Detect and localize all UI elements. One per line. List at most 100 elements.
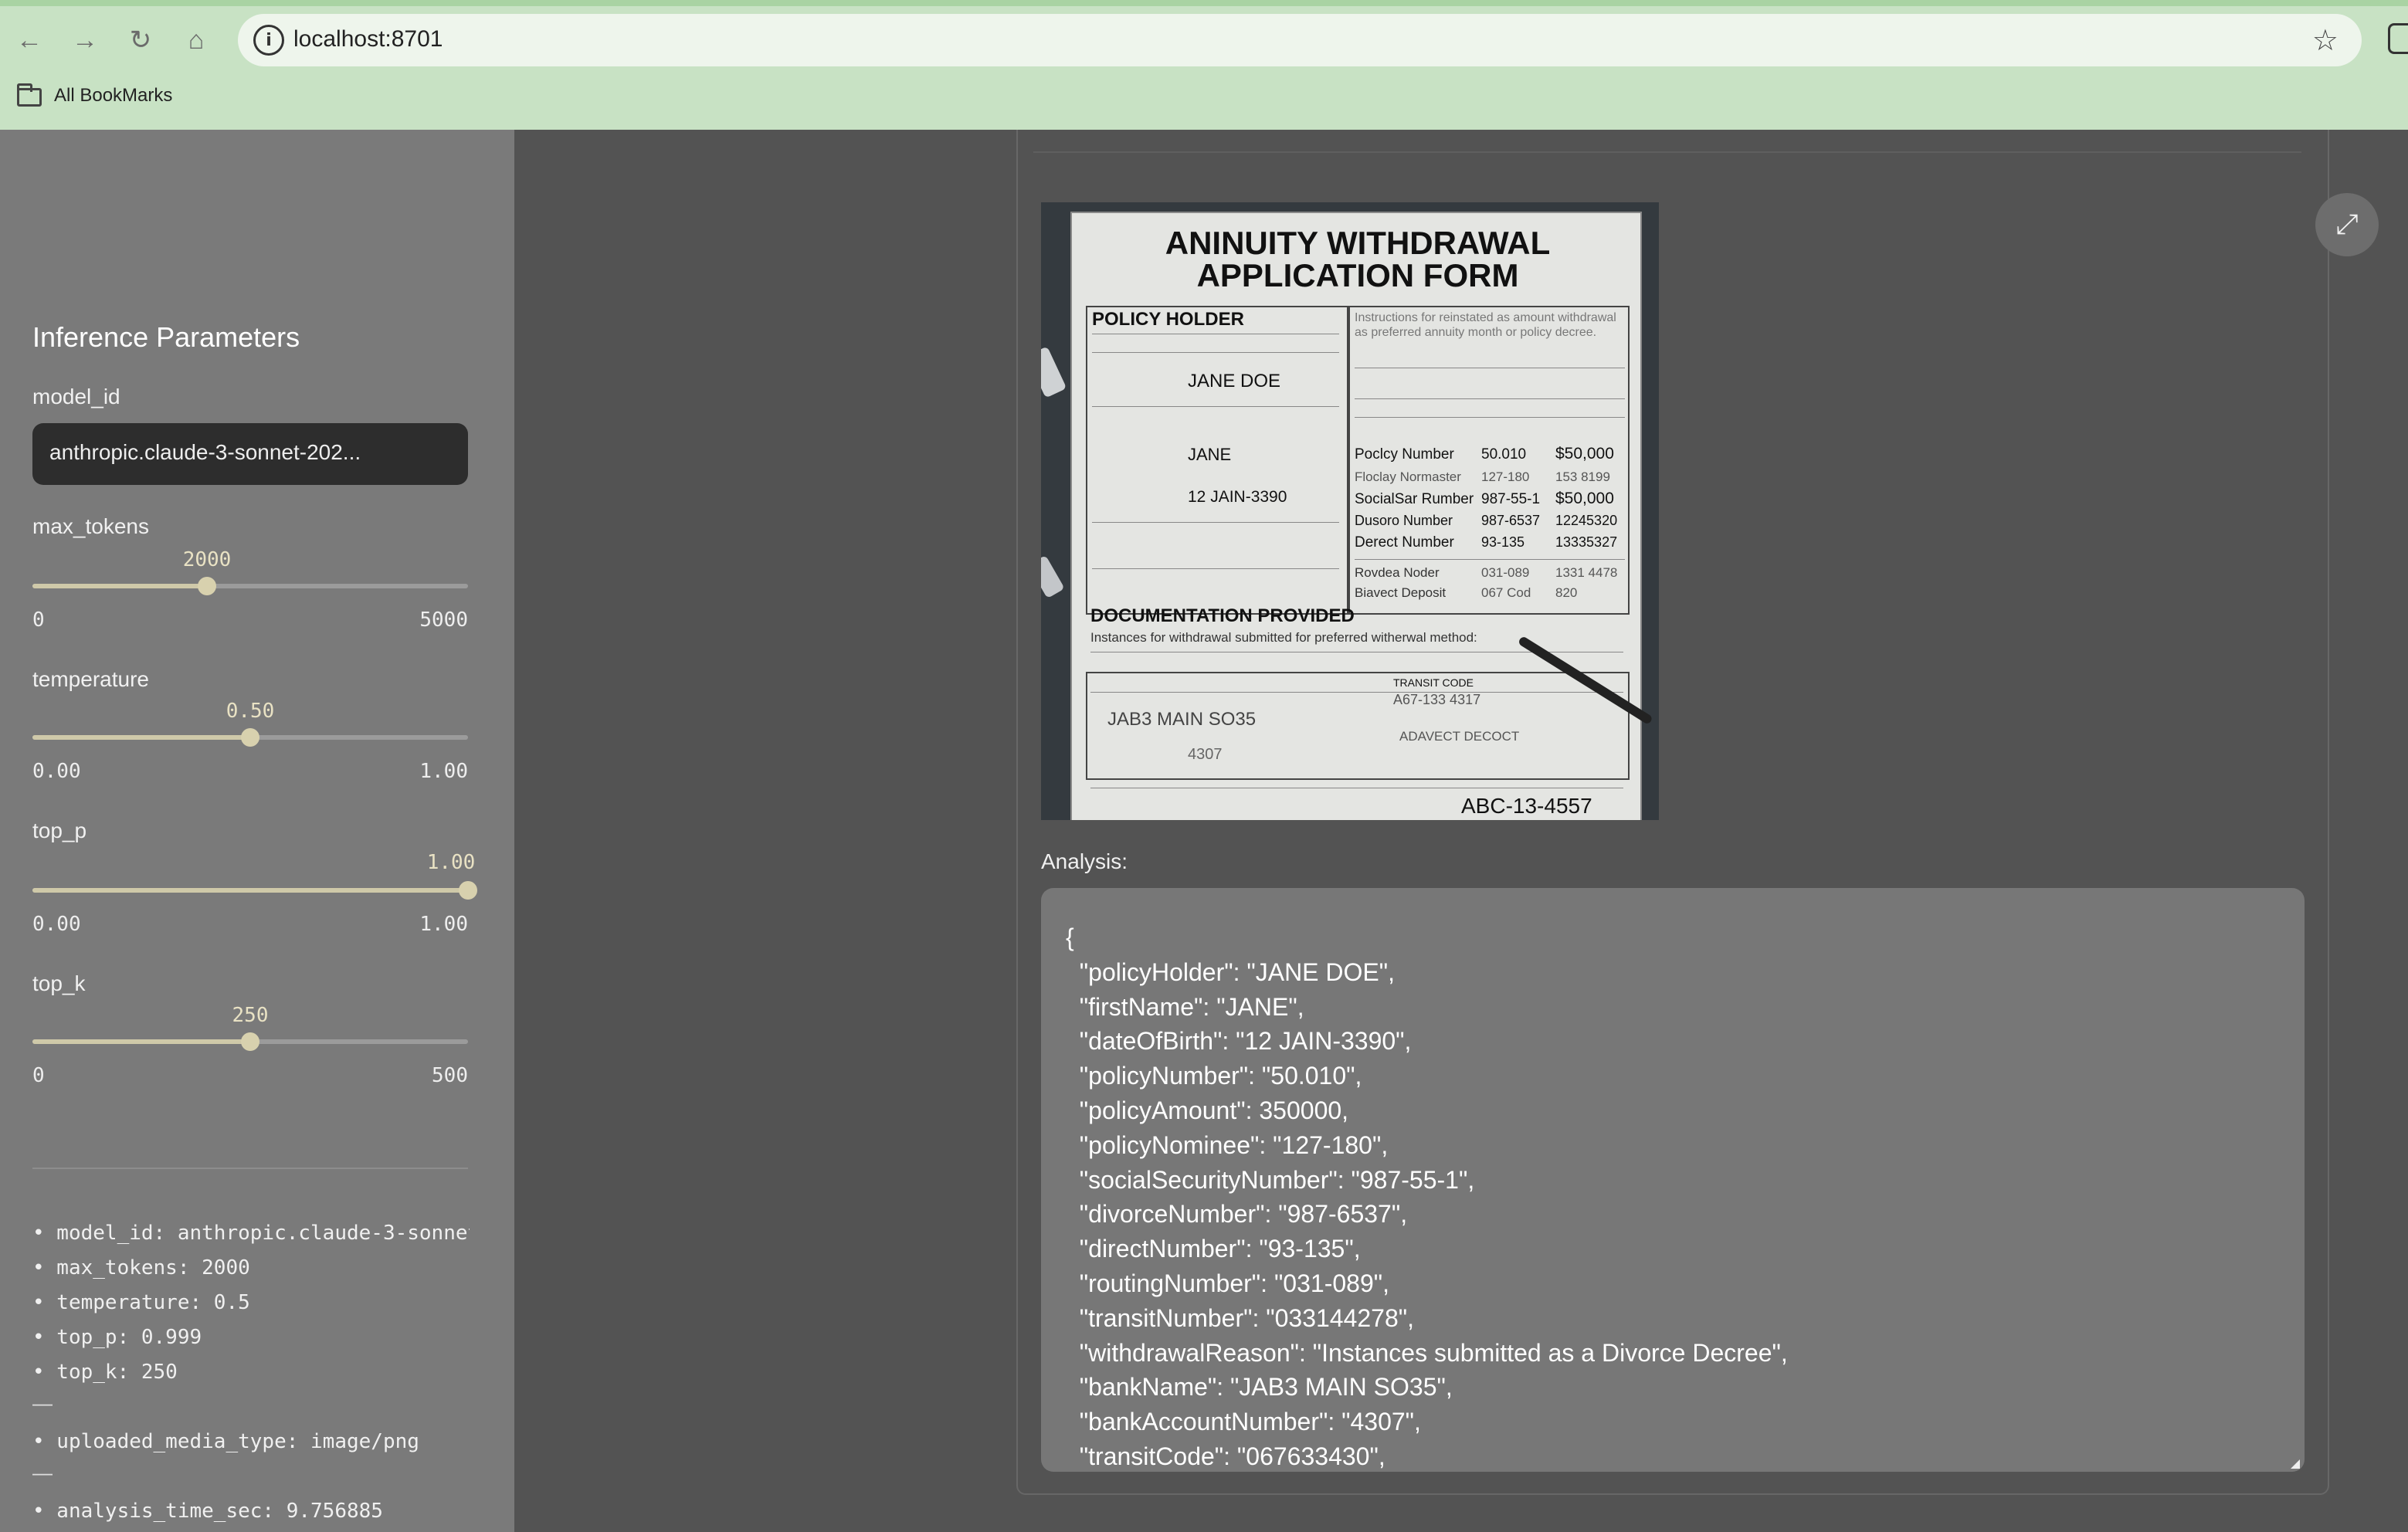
sidebar-divider (32, 1168, 468, 1169)
model-id-select[interactable]: anthropic.claude-3-sonnet-202... (32, 423, 468, 485)
top-k-max: 500 (432, 1064, 468, 1087)
temperature-max: 1.00 (419, 760, 468, 783)
row-value-b: 13335327 (1555, 534, 1618, 550)
form-rule (1092, 522, 1339, 523)
slider-fill (32, 1039, 250, 1044)
model-id-label: model_id (32, 385, 120, 408)
uploaded-document-image: ANINUITY WITHDRAWAL APPLICATION FORM POL… (1041, 202, 1659, 820)
row-value-a: 127-180 (1481, 469, 1530, 484)
form-rule (1092, 352, 1339, 353)
slider-thumb[interactable] (241, 728, 259, 747)
row-label: Poclcy Number (1355, 446, 1454, 463)
paper-clip-decoration (1041, 346, 1067, 398)
form-rule (1355, 398, 1625, 399)
row-value-b: 153 8199 (1555, 469, 1610, 484)
slider-fill (32, 584, 207, 588)
form-id: ABC-13-4557 (1461, 794, 1592, 818)
max-tokens-value: 2000 (182, 548, 232, 571)
browser-toolbar: ← → ↻ ⌂ i localhost:8701 ☆ All BookMarks (0, 0, 2408, 130)
slider-thumb[interactable] (459, 881, 477, 900)
card-divider (1033, 151, 2301, 153)
top-k-label: top_k (32, 971, 86, 995)
temperature-slider[interactable] (32, 728, 468, 747)
form-title-line-1: ANINUITY WITHDRAWAL (1165, 225, 1551, 261)
holder-first-name: JANE (1188, 445, 1232, 464)
bank-name: JAB3 MAIN SO35 (1107, 709, 1257, 730)
temperature-label: temperature (32, 667, 149, 691)
slider-fill (32, 735, 250, 740)
reload-icon[interactable]: ↻ (124, 23, 158, 57)
slider-thumb[interactable] (198, 577, 216, 595)
policy-holder-heading: POLICY HOLDER (1092, 309, 1244, 330)
row-label: Floclay Normaster (1355, 469, 1461, 484)
top-p-min: 0.00 (32, 913, 81, 936)
resize-handle-icon[interactable] (2291, 1459, 2300, 1469)
site-info-icon[interactable]: i (253, 25, 284, 56)
row-value-a: 067 Cod (1481, 585, 1531, 600)
top-p-label: top_p (32, 819, 87, 842)
top-k-slider[interactable] (32, 1032, 468, 1051)
home-icon[interactable]: ⌂ (179, 23, 213, 57)
bookmarks-folder[interactable]: All BookMarks (54, 85, 172, 107)
summary-media-type: • uploaded_media_type: image/png (32, 1430, 419, 1453)
row-value-b: 1331 4478 (1555, 565, 1618, 580)
row-label: Rovdea Noder (1355, 565, 1440, 580)
direct-deposit: ADAVECT DECOCT (1399, 729, 1520, 744)
row-value-a: 031-089 (1481, 565, 1530, 580)
form-rule (1355, 417, 1625, 418)
instructions-text: Instructions for reinstated as amount wi… (1355, 311, 1616, 339)
slider-thumb[interactable] (241, 1032, 259, 1051)
transit-label: TRANSIT CODE (1393, 676, 1474, 689)
analysis-label: Analysis: (1041, 849, 1128, 873)
transit-code: A67-133 4317 (1393, 692, 1481, 707)
summary-separator: — (32, 1461, 53, 1484)
row-value-a: 987-6537 (1481, 513, 1541, 528)
summary-model-id: • model_id: anthropic.claude-3-sonnet-20… (32, 1222, 470, 1245)
form-rule (1092, 406, 1339, 407)
summary-max-tokens: • max_tokens: 2000 (32, 1256, 250, 1279)
back-arrow-icon[interactable]: ← (12, 23, 46, 57)
holder-name: JANE DOE (1188, 371, 1281, 391)
max-tokens-max: 5000 (419, 608, 468, 632)
forward-arrow-icon[interactable]: → (68, 23, 102, 57)
row-value-b: $50,000 (1555, 445, 1614, 463)
row-value-b: 12245320 (1555, 513, 1618, 528)
row-value-a: 50.010 (1481, 446, 1527, 463)
top-p-value: 1.00 (426, 851, 476, 874)
bookmark-star-icon[interactable]: ☆ (2312, 23, 2338, 57)
summary-separator: — (32, 1391, 53, 1415)
holder-dob: 12 JAIN-3390 (1188, 488, 1287, 506)
summary-top-k: • top_k: 250 (32, 1361, 178, 1384)
form-rule (1092, 568, 1339, 569)
fullscreen-expand-icon[interactable]: ⤢ (2315, 193, 2379, 256)
form-rule (1355, 559, 1625, 560)
row-value-a: 987-55-1 (1481, 491, 1541, 507)
summary-top-p: • top_p: 0.999 (32, 1326, 202, 1349)
url-text[interactable]: localhost:8701 (293, 26, 443, 53)
row-label: Derect Number (1355, 534, 1454, 551)
documentation-heading: DOCUMENTATION PROVIDED (1090, 605, 1355, 626)
analysis-json-text[interactable]: { "policyHolder": "JANE DOE", "firstName… (1066, 920, 2280, 1472)
sidebar: Inference Parameters model_id anthropic.… (0, 130, 514, 1532)
extensions-icon[interactable] (2388, 23, 2408, 54)
max-tokens-min: 0 (32, 608, 45, 632)
row-value-a: 93-135 (1481, 534, 1525, 550)
browser-top-accent (0, 0, 2408, 6)
form-title: ANINUITY WITHDRAWAL APPLICATION FORM (1072, 227, 1643, 292)
summary-temperature: • temperature: 0.5 (32, 1291, 250, 1314)
top-p-slider[interactable] (32, 881, 477, 900)
top-k-min: 0 (32, 1064, 45, 1087)
row-label: Dusoro Number (1355, 513, 1453, 528)
documentation-note: Instances for withdrawal submitted for p… (1090, 630, 1477, 645)
max-tokens-slider[interactable] (32, 577, 468, 595)
address-bar[interactable]: i localhost:8701 ☆ (238, 14, 2362, 66)
row-value-b: 820 (1555, 585, 1578, 600)
folder-icon (17, 83, 42, 107)
slider-fill (32, 888, 468, 893)
analysis-output[interactable]: { "policyHolder": "JANE DOE", "firstName… (1041, 888, 2305, 1472)
form-title-line-2: APPLICATION FORM (1196, 257, 1519, 293)
form-paper: ANINUITY WITHDRAWAL APPLICATION FORM POL… (1070, 212, 1642, 820)
temperature-value: 0.50 (226, 700, 275, 723)
max-tokens-label: max_tokens (32, 514, 149, 538)
row-label: SocialSar Rumber (1355, 491, 1474, 507)
